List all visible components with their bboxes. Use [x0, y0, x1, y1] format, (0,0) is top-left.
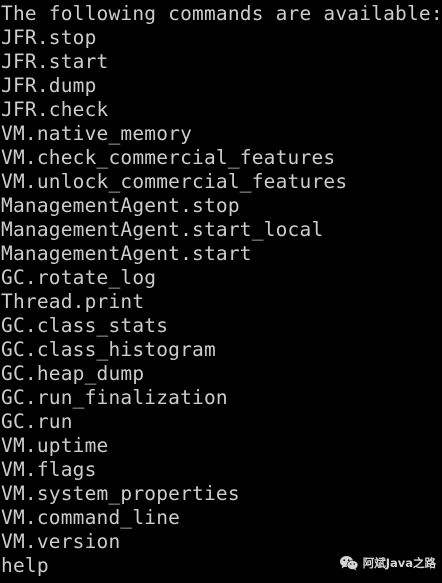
console-line: ManagementAgent.stop: [1, 194, 240, 217]
console-line: VM.system_properties: [1, 482, 240, 505]
console-line: Thread.print: [1, 290, 145, 313]
console-line: The following commands are available:: [1, 2, 442, 25]
console-line: VM.check_commercial_features: [1, 146, 336, 169]
watermark: 阿斌Java之路: [339, 555, 436, 571]
console-line: VM.uptime: [1, 434, 109, 457]
console-line: VM.flags: [1, 458, 97, 481]
watermark-text: 阿斌Java之路: [362, 556, 436, 570]
console-line: GC.class_histogram: [1, 338, 216, 361]
console-line: VM.unlock_commercial_features: [1, 170, 348, 193]
console-line: VM.version: [1, 530, 121, 553]
console-line: VM.command_line: [1, 506, 181, 529]
wechat-icon: [339, 556, 359, 571]
console-line: GC.run: [1, 410, 73, 433]
console-line: VM.native_memory: [1, 122, 193, 145]
console-line: ManagementAgent.start_local: [1, 218, 324, 241]
console-line: ManagementAgent.start: [1, 242, 252, 265]
console-line: GC.run_finalization: [1, 386, 228, 409]
console-line: GC.heap_dump: [1, 362, 145, 385]
console-line: GC.class_stats: [1, 314, 169, 337]
console-line: GC.rotate_log: [1, 266, 157, 289]
console-line: JFR.dump: [1, 74, 97, 97]
console-line: JFR.stop: [1, 26, 97, 49]
terminal-window: The following commands are available: JF…: [0, 0, 442, 583]
console-line: JFR.start: [1, 50, 109, 73]
command-list: The following commands are available: JF…: [1, 2, 442, 578]
console-line: JFR.check: [1, 98, 109, 121]
